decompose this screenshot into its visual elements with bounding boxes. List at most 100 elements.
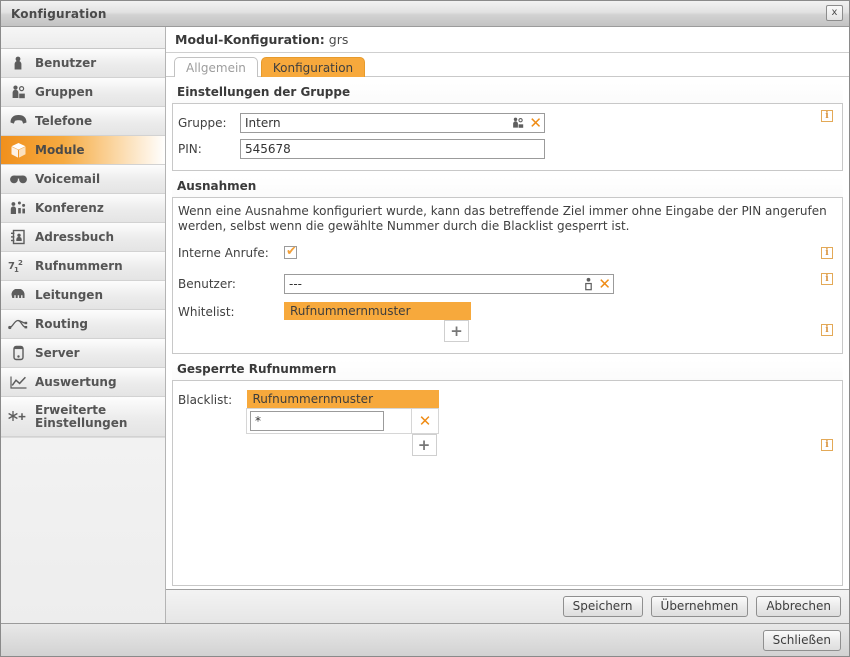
sidebar-item-konferenz[interactable]: Konferenz (1, 194, 165, 223)
blacklist-pattern-cell (246, 408, 412, 434)
sidebar-spacer (1, 27, 165, 49)
gruppe-combo: ✕ (240, 113, 545, 133)
group-icon (1, 84, 35, 100)
info-icon-interne-anrufe[interactable]: i (821, 247, 833, 259)
svg-text:1: 1 (14, 266, 19, 274)
blacklist-add-button[interactable]: + (411, 434, 437, 456)
svg-text:2: 2 (18, 259, 23, 267)
field-row-benutzer: Benutzer: ✕ i (173, 266, 842, 297)
plus-icon: + (417, 436, 431, 454)
blacklist-delete-icon[interactable]: ✕ (419, 412, 432, 430)
label-interne-anrufe: Interne Anrufe: (178, 246, 269, 260)
routing-icon (1, 317, 35, 331)
whitelist-table-wrap: Rufnummernmuster + (284, 302, 471, 342)
blacklist-table-wrap: Rufnummernmuster * ✕ + (246, 390, 439, 456)
sidebar-item-label: Auswertung (35, 374, 117, 389)
sidebar-item-adressbuch[interactable]: Adressbuch (1, 223, 165, 252)
sidebar: Benutzer Gruppen Telefone Module Voicema… (1, 27, 166, 623)
benutzer-clear-icon[interactable]: ✕ (598, 276, 611, 292)
sidebar-item-erweiterte-einstellungen[interactable]: Erweiterte Einstellungen (1, 397, 165, 437)
sidebar-item-label: Gruppen (35, 84, 94, 99)
form-scroll-area: Einstellungen der Gruppe i Gruppe: ✕ (166, 77, 849, 589)
save-button[interactable]: Speichern (562, 596, 643, 617)
blacklist-add-cell: + (411, 434, 439, 456)
blacklist-column-header: Rufnummernmuster (246, 390, 412, 409)
tab-allgemein[interactable]: Allgemein (174, 57, 258, 77)
panel-exceptions: Wenn eine Ausnahme konfiguriert wurde, k… (172, 197, 843, 354)
gruppe-input[interactable] (240, 113, 545, 133)
blacklist-empty-cell (247, 434, 412, 457)
sidebar-item-benutzer[interactable]: Benutzer (1, 49, 165, 78)
form-footer: Speichern Übernehmen Abbrechen (166, 589, 849, 623)
sidebar-item-routing[interactable]: Routing (1, 310, 165, 339)
field-row-gruppe: Gruppe: ✕ (173, 110, 842, 136)
sidebar-filler (1, 437, 165, 623)
benutzer-input[interactable] (284, 274, 614, 294)
tab-konfiguration[interactable]: Konfiguration (260, 57, 366, 77)
whitelist-add-cell: + (444, 320, 471, 342)
apply-button[interactable]: Übernehmen (650, 596, 749, 617)
sidebar-item-voicemail[interactable]: Voicemail (1, 165, 165, 194)
section-title-blocked-numbers: Gesperrte Rufnummern (172, 360, 843, 380)
window-title: Konfiguration (11, 6, 107, 21)
sidebar-item-label: Server (35, 345, 80, 360)
sidebar-item-label: Telefone (35, 113, 93, 128)
lines-icon (1, 288, 35, 302)
window-close-button[interactable]: x (826, 5, 843, 21)
phone-icon (1, 114, 35, 128)
section-title-exceptions: Ausnahmen (172, 177, 843, 197)
sidebar-item-label: Benutzer (35, 55, 97, 70)
interne-anrufe-checkbox[interactable]: ✔ (284, 244, 297, 259)
sidebar-item-label: Erweiterte Einstellungen (35, 402, 128, 430)
group-picker-icon[interactable] (511, 116, 525, 130)
sidebar-item-label: Rufnummern (35, 258, 123, 273)
tabstrip: Allgemein Konfiguration (166, 53, 849, 77)
benutzer-input-icons: ✕ (583, 275, 611, 293)
window-footer: Schließen (1, 623, 849, 656)
section-title-group-settings: Einstellungen der Gruppe (172, 83, 843, 103)
field-row-pin: PIN: (173, 136, 842, 162)
field-row-whitelist: Whitelist: Rufnummernmuster + i (173, 297, 842, 345)
panel-blocked-numbers: Blacklist: Rufnummernmuster * ✕ + i (172, 380, 843, 586)
field-row-interne-anrufe: Interne Anrufe: ✔ i (173, 240, 842, 266)
gruppe-input-icons: ✕ (511, 114, 542, 132)
whitelist-column-header: Rufnummernmuster (284, 302, 444, 320)
sidebar-item-server[interactable]: Server (1, 339, 165, 368)
sidebar-item-telefone[interactable]: Telefone (1, 107, 165, 136)
cancel-button[interactable]: Abbrechen (756, 596, 841, 617)
voicemail-icon (1, 173, 35, 185)
field-row-blacklist: Blacklist: Rufnummernmuster * ✕ + i (173, 387, 842, 459)
gruppe-clear-icon[interactable]: ✕ (529, 115, 542, 131)
table-row: ✕ (246, 408, 439, 434)
pin-input[interactable] (240, 139, 545, 159)
sidebar-item-leitungen[interactable]: Leitungen (1, 281, 165, 310)
window-body: Benutzer Gruppen Telefone Module Voicema… (1, 27, 849, 623)
whitelist-add-button[interactable]: + (444, 320, 469, 342)
chart-icon (1, 375, 35, 390)
sidebar-item-rufnummern[interactable]: 712 Rufnummern (1, 252, 165, 281)
sidebar-item-module[interactable]: Module (1, 136, 165, 165)
blacklist-pattern-input[interactable] (250, 411, 384, 431)
info-icon-blacklist[interactable]: i (821, 439, 833, 451)
info-icon-whitelist[interactable]: i (821, 324, 833, 336)
panel-group-settings: i Gruppe: ✕ (172, 103, 843, 171)
sidebar-item-label: Leitungen (35, 287, 103, 302)
module-config-label: Modul-Konfiguration: (175, 32, 325, 47)
configuration-window: Konfiguration x Benutzer Gruppen Telefon… (0, 0, 850, 657)
info-icon-benutzer[interactable]: i (821, 273, 833, 285)
blacklist-table: Rufnummernmuster * ✕ + (246, 390, 439, 456)
blacklist-column-actions (411, 390, 439, 409)
content-pane: Modul-Konfiguration: grs Allgemein Konfi… (166, 27, 849, 623)
user-icon (1, 55, 35, 71)
user-picker-icon[interactable] (583, 277, 594, 291)
whitelist-table: Rufnummernmuster + (284, 302, 471, 342)
sidebar-item-gruppen[interactable]: Gruppen (1, 78, 165, 107)
blacklist-delete-cell: ✕ (411, 408, 439, 434)
numbers-icon: 712 (1, 258, 35, 274)
benutzer-combo: ✕ (284, 274, 614, 294)
close-window-button[interactable]: Schließen (762, 629, 841, 651)
addressbook-icon (1, 229, 35, 245)
sidebar-item-auswertung[interactable]: Auswertung (1, 368, 165, 397)
checkbox-tick-icon: ✔ (286, 244, 297, 259)
label-whitelist: Whitelist: (178, 305, 235, 319)
